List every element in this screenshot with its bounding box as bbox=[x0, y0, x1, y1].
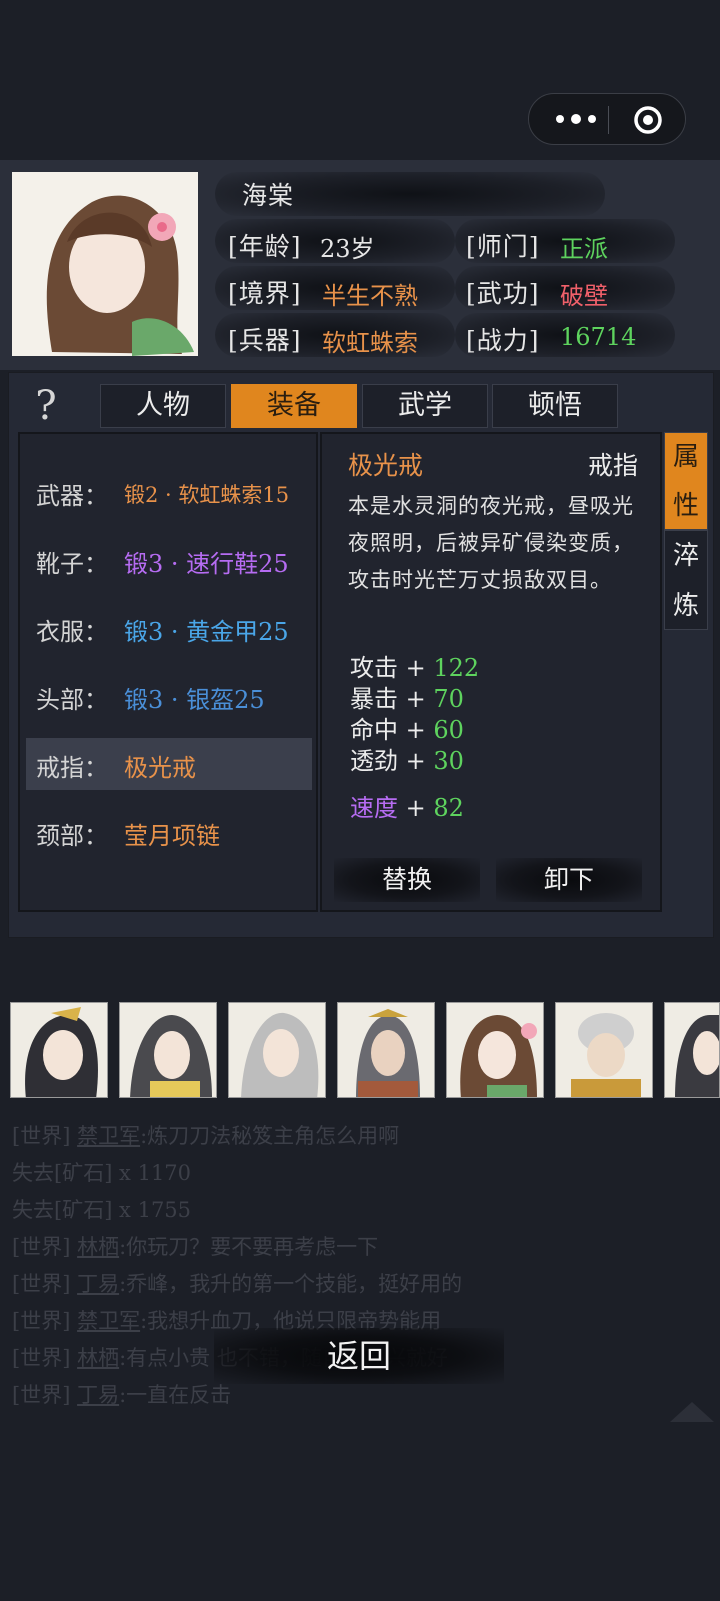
stat-penetration: 透劲 + 30 bbox=[350, 747, 464, 775]
slot-item: 锻3 · 银盔25 bbox=[124, 686, 265, 714]
slot-item: 莹月项链 bbox=[124, 822, 220, 850]
equip-slot-neck[interactable]: 颈部： 莹月项链 bbox=[26, 806, 312, 858]
slot-item: 锻3 · 黄金甲25 bbox=[124, 618, 289, 646]
side-tab-attributes[interactable]: 属性 bbox=[664, 432, 708, 530]
character-name: 海棠 bbox=[242, 181, 295, 210]
more-icon[interactable] bbox=[551, 107, 601, 131]
equip-slot-head[interactable]: 头部： 锻3 · 银盔25 bbox=[26, 670, 312, 722]
equip-slot-boots[interactable]: 靴子： 锻3 · 速行鞋25 bbox=[26, 534, 312, 586]
age-label: [年龄] bbox=[228, 232, 302, 261]
character-portrait bbox=[12, 172, 198, 356]
party-member-portrait[interactable] bbox=[446, 1002, 544, 1098]
unequip-button[interactable]: 卸下 bbox=[496, 858, 642, 902]
side-tab-refine[interactable]: 淬炼 bbox=[664, 530, 708, 630]
power-label: [战力] bbox=[466, 326, 540, 355]
tab-enlightenment[interactable]: 顿悟 bbox=[492, 384, 618, 428]
martial-label: [武功] bbox=[466, 279, 540, 308]
back-button[interactable]: 返回 bbox=[214, 1328, 504, 1384]
party-member-portrait[interactable] bbox=[119, 1002, 217, 1098]
age-value: 23岁 bbox=[320, 235, 375, 263]
slot-label: 头部： bbox=[36, 686, 108, 714]
equip-slot-ring[interactable]: 戒指： 极光戒 bbox=[26, 738, 312, 790]
close-target-icon[interactable] bbox=[633, 105, 663, 135]
slot-label: 戒指： bbox=[36, 754, 108, 782]
item-type: 戒指 bbox=[588, 451, 639, 480]
tab-equipment[interactable]: 装备 bbox=[231, 384, 357, 428]
chat-line: [世界] 林栖:你玩刀？要不要再考虑一下 bbox=[12, 1235, 379, 1259]
weapon-value: 软虹蛛索 bbox=[322, 329, 418, 357]
sect-value: 正派 bbox=[560, 235, 608, 263]
weapon-label: [兵器] bbox=[228, 326, 302, 355]
equip-slot-weapon[interactable]: 武器： 锻2 · 软虹蛛索15 bbox=[26, 466, 312, 518]
party-member-portrait[interactable] bbox=[228, 1002, 326, 1098]
party-member-portrait[interactable] bbox=[555, 1002, 653, 1098]
slot-label: 衣服： bbox=[36, 618, 108, 646]
stat-attack: 攻击 + 122 bbox=[350, 654, 480, 682]
party-member-portrait[interactable] bbox=[337, 1002, 435, 1098]
slot-item: 极光戒 bbox=[124, 754, 196, 782]
slot-label: 颈部： bbox=[36, 822, 108, 850]
item-description: 本是水灵洞的夜光戒，昼吸光夜照明，后被异矿侵染变质，攻击时光芒万丈损敌双目。 bbox=[348, 494, 634, 592]
portrait-drawing bbox=[12, 172, 198, 356]
tab-character[interactable]: 人物 bbox=[100, 384, 226, 428]
slot-item: 锻2 · 软虹蛛索15 bbox=[124, 483, 290, 507]
realm-value: 半生不熟 bbox=[322, 282, 418, 310]
miniprogram-capsule bbox=[528, 93, 686, 145]
item-name: 极光戒 bbox=[348, 451, 424, 480]
sect-label: [师门] bbox=[466, 232, 540, 261]
power-value: 16714 bbox=[560, 323, 637, 351]
martial-value: 破壁 bbox=[560, 282, 608, 310]
replace-button[interactable]: 替换 bbox=[334, 858, 480, 902]
chat-line: [世界] 丁易:一直在反击 bbox=[12, 1383, 232, 1407]
slot-label: 武器： bbox=[36, 482, 108, 510]
capsule-divider bbox=[608, 106, 609, 134]
side-tab-label: 属性 bbox=[673, 442, 700, 521]
equip-slot-clothes[interactable]: 衣服： 锻3 · 黄金甲25 bbox=[26, 602, 312, 654]
chat-line: [世界] 禁卫军:炼刀刀法秘笈主角怎么用啊 bbox=[12, 1124, 400, 1148]
slot-label: 靴子： bbox=[36, 550, 108, 578]
stat-speed: 速度 + 82 bbox=[350, 794, 464, 822]
collapse-triangle-icon[interactable] bbox=[670, 1402, 714, 1422]
question-mark-icon[interactable]: ? bbox=[24, 382, 68, 430]
stat-hit: 命中 + 60 bbox=[350, 716, 464, 744]
slot-item: 锻3 · 速行鞋25 bbox=[124, 550, 289, 578]
party-member-portrait[interactable] bbox=[10, 1002, 108, 1098]
tab-martial-arts[interactable]: 武学 bbox=[362, 384, 488, 428]
chat-line: 失去[矿石] x 1755 bbox=[12, 1198, 192, 1222]
party-member-portrait[interactable] bbox=[664, 1002, 720, 1098]
chat-line: [世界] 丁易:乔峰，我升的第一个技能，挺好用的 bbox=[12, 1272, 463, 1296]
chat-line: 失去[矿石] x 1170 bbox=[12, 1161, 192, 1185]
stat-crit: 暴击 + 70 bbox=[350, 685, 464, 713]
side-tab-label: 淬炼 bbox=[673, 541, 700, 621]
realm-label: [境界] bbox=[228, 279, 302, 308]
